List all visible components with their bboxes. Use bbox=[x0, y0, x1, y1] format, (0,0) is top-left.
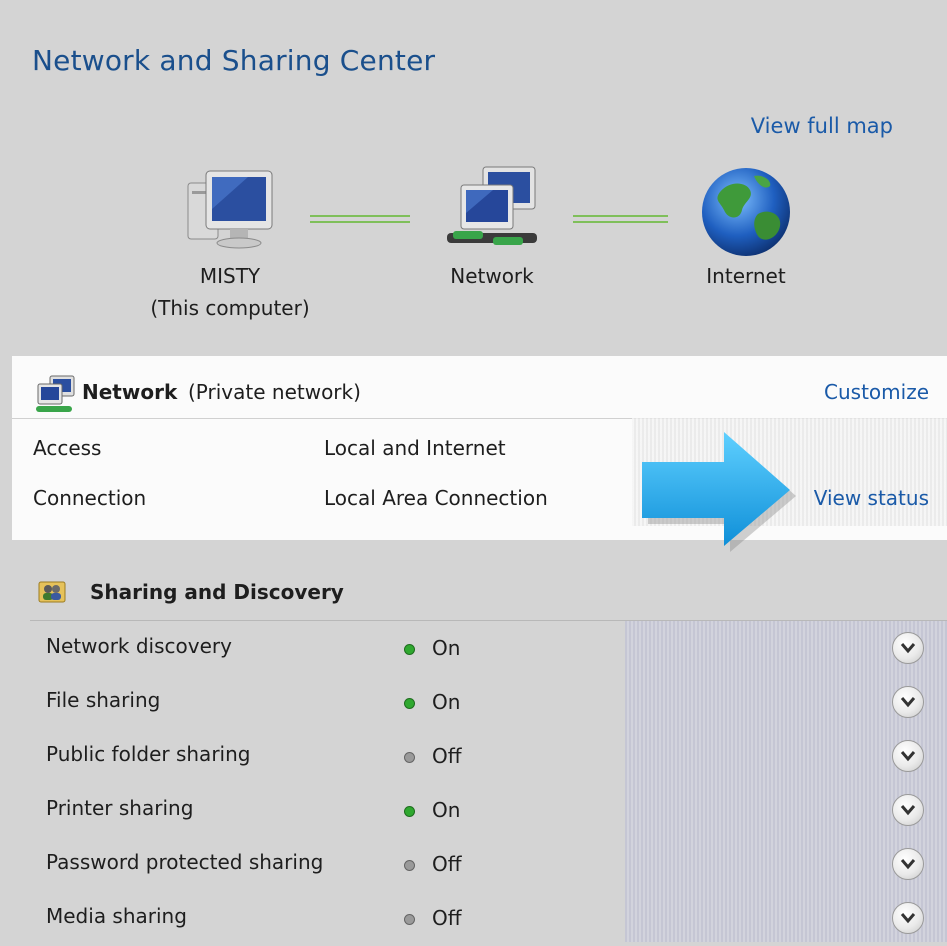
sharing-row-state: On bbox=[432, 690, 461, 714]
network-computers-icon bbox=[392, 160, 592, 260]
chevron-down-circle-icon[interactable] bbox=[892, 794, 924, 826]
network-icon bbox=[34, 374, 78, 418]
sharing-row: File sharing On bbox=[30, 676, 947, 730]
status-off-icon bbox=[404, 914, 415, 925]
sharing-row: Printer sharing On bbox=[30, 784, 947, 838]
sharing-row-label: File sharing bbox=[46, 688, 161, 712]
sharing-row-state: Off bbox=[432, 744, 462, 768]
sharing-header: Sharing and Discovery bbox=[30, 560, 947, 621]
page-title: Network and Sharing Center bbox=[32, 44, 436, 77]
blue-arrow-pointer bbox=[632, 424, 802, 558]
network-name: Network bbox=[82, 380, 178, 404]
sharing-row-state: Off bbox=[432, 906, 462, 930]
sharing-row-label: Public folder sharing bbox=[46, 742, 251, 766]
status-off-icon bbox=[404, 860, 415, 871]
map-node-network[interactable]: Network bbox=[392, 160, 592, 292]
sharing-row-label: Network discovery bbox=[46, 634, 232, 658]
people-folder-icon bbox=[38, 578, 66, 608]
chevron-down-circle-icon[interactable] bbox=[892, 848, 924, 880]
chevron-down-circle-icon[interactable] bbox=[892, 686, 924, 718]
sharing-row: Media sharing Off bbox=[30, 892, 947, 946]
customize-link[interactable]: Customize bbox=[824, 380, 929, 404]
computer-monitor-icon bbox=[130, 160, 330, 260]
map-node-computer[interactable]: MISTY (This computer) bbox=[130, 160, 330, 324]
status-on-icon bbox=[404, 698, 415, 709]
sharing-row-state: On bbox=[432, 636, 461, 660]
computer-subtitle: (This computer) bbox=[150, 296, 310, 320]
sharing-discovery-panel: Sharing and Discovery Network discovery … bbox=[30, 560, 947, 942]
sharing-row-state: On bbox=[432, 798, 461, 822]
network-panel: Network (Private network) Customize Acce… bbox=[12, 356, 947, 540]
sharing-row-label: Media sharing bbox=[46, 904, 187, 928]
sharing-row-label: Printer sharing bbox=[46, 796, 194, 820]
access-row: Access Local and Internet bbox=[12, 428, 947, 478]
chevron-down-circle-icon[interactable] bbox=[892, 902, 924, 934]
internet-label: Internet bbox=[706, 264, 786, 288]
connection-value[interactable]: Local Area Connection bbox=[324, 486, 548, 510]
map-node-internet[interactable]: Internet bbox=[646, 160, 846, 292]
sharing-row: Public folder sharing Off bbox=[30, 730, 947, 784]
sharing-row: Password protected sharing Off bbox=[30, 838, 947, 892]
network-header: Network (Private network) Customize bbox=[12, 356, 947, 419]
connection-label: Connection bbox=[33, 486, 147, 510]
chevron-down-circle-icon[interactable] bbox=[892, 632, 924, 664]
status-on-icon bbox=[404, 644, 415, 655]
connection-row: Connection Local Area Connection View st… bbox=[12, 478, 947, 528]
network-type: (Private network) bbox=[188, 380, 361, 404]
globe-icon bbox=[646, 160, 846, 260]
access-label: Access bbox=[33, 436, 102, 460]
computer-name: MISTY bbox=[199, 264, 261, 288]
status-on-icon bbox=[404, 806, 415, 817]
view-status-link[interactable]: View status bbox=[814, 486, 929, 510]
view-full-map-link[interactable]: View full map bbox=[751, 114, 893, 138]
sharing-row-label: Password protected sharing bbox=[46, 850, 324, 874]
sharing-row: Network discovery On bbox=[30, 622, 947, 676]
network-label: Network bbox=[450, 264, 534, 288]
status-off-icon bbox=[404, 752, 415, 763]
sharing-title: Sharing and Discovery bbox=[90, 580, 344, 604]
access-value: Local and Internet bbox=[324, 436, 506, 460]
sharing-row-state: Off bbox=[432, 852, 462, 876]
chevron-down-circle-icon[interactable] bbox=[892, 740, 924, 772]
